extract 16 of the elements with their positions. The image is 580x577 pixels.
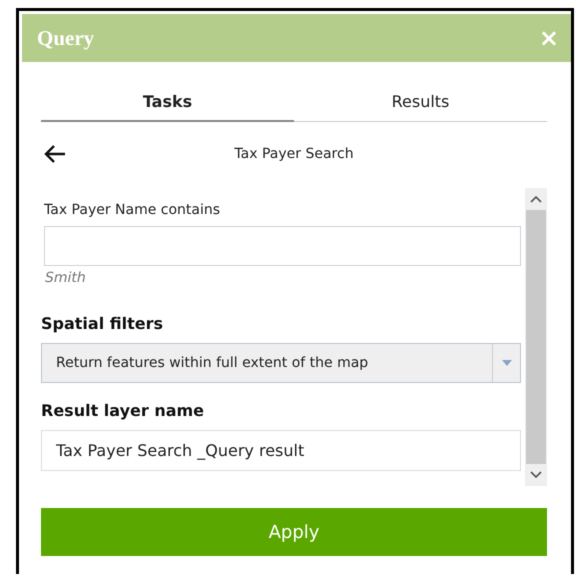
input-field[interactable]: Tax Payer Search _Query result: [41, 430, 521, 471]
task-title: Tax Payer Search: [234, 146, 354, 162]
scroll-down-icon[interactable]: [530, 471, 542, 479]
window-title: Query: [37, 26, 94, 50]
input-field[interactable]: [44, 226, 521, 266]
hint-text: Smith: [45, 270, 87, 286]
tab[interactable]: Tasks: [41, 84, 294, 122]
scrollbar[interactable]: [525, 188, 547, 486]
tab[interactable]: Results: [294, 84, 547, 122]
back-arrow-icon[interactable]: [43, 144, 67, 164]
scroll-up-icon[interactable]: [530, 195, 542, 203]
section-label: Result layer name: [41, 401, 206, 420]
section-label: Spatial filters: [41, 314, 164, 333]
dropdown[interactable]: Return features within full extent of the map: [41, 343, 521, 383]
field-label: Tax Payer Name contains: [44, 202, 222, 218]
dropdown-caret-icon: [502, 360, 512, 366]
